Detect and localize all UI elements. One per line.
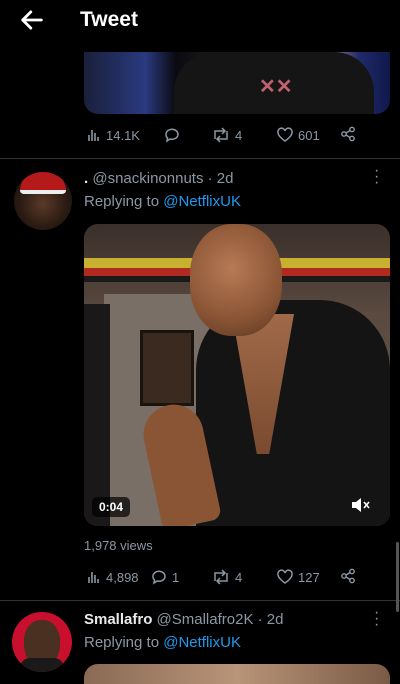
- retweet-button[interactable]: 4: [211, 127, 242, 143]
- replying-label: Replying to: [84, 193, 160, 210]
- share-icon: [341, 126, 355, 142]
- reply-count: 1: [172, 569, 180, 585]
- divider: [0, 600, 400, 601]
- retweet-count: 4: [235, 569, 243, 585]
- retweet-button[interactable]: 4: [211, 569, 242, 585]
- retweet-icon: [214, 127, 228, 143]
- views-stat[interactable]: 14.1K: [86, 127, 140, 143]
- video-player[interactable]: [84, 224, 390, 526]
- display-name[interactable]: Smallafro: [84, 611, 152, 628]
- mute-icon[interactable]: [350, 496, 370, 514]
- like-button[interactable]: 127: [276, 569, 320, 585]
- user-handle[interactable]: @snackinonnuts: [92, 170, 203, 187]
- reply-icon: [165, 128, 179, 143]
- divider: [0, 158, 400, 159]
- replying-to-link[interactable]: @NetflixUK: [163, 634, 241, 651]
- like-count: 601: [298, 127, 320, 143]
- display-name[interactable]: .: [84, 170, 88, 187]
- share-icon: [341, 568, 355, 584]
- analytics-icon: [88, 572, 99, 583]
- replying-to: Replying to @NetflixUK: [84, 634, 241, 651]
- reply-button[interactable]: [163, 127, 185, 143]
- tweet-media[interactable]: [84, 664, 390, 684]
- tweet-time: · 2d: [257, 611, 284, 628]
- avatar[interactable]: [12, 612, 72, 672]
- views-stat[interactable]: 4,898: [86, 569, 139, 585]
- share-button[interactable]: [340, 568, 356, 584]
- top-bar: Tweet: [0, 0, 400, 44]
- views-count: 14.1K: [106, 127, 140, 143]
- video-view-count: 1,978 views: [84, 538, 153, 553]
- user-handle[interactable]: @Smallafro2K: [157, 611, 254, 628]
- replying-label: Replying to: [84, 634, 160, 651]
- heart-icon: [277, 569, 293, 584]
- retweet-icon: [214, 569, 228, 585]
- more-options-icon[interactable]: · · ·: [374, 163, 379, 191]
- reply-button[interactable]: 1: [150, 569, 179, 585]
- replying-to-link[interactable]: @NetflixUK: [163, 193, 241, 210]
- like-count: 127: [298, 569, 320, 585]
- video-duration-badge: 0:04: [92, 497, 131, 517]
- previous-tweet-media[interactable]: ✕✕: [84, 52, 390, 114]
- avatar[interactable]: [14, 172, 72, 230]
- heart-icon: [277, 127, 293, 142]
- tweet-author-line: Smallafro @Smallafro2K · 2d: [84, 611, 284, 628]
- share-button[interactable]: [340, 126, 356, 142]
- retweet-count: 4: [235, 127, 243, 143]
- views-count: 4,898: [106, 569, 139, 585]
- tweet-author-line: . @snackinonnuts · 2d: [84, 170, 234, 187]
- scrollbar[interactable]: [396, 542, 399, 612]
- like-button[interactable]: 601: [276, 127, 320, 143]
- more-options-icon[interactable]: · · ·: [374, 605, 379, 633]
- analytics-icon: [88, 130, 99, 141]
- tweet-time: · 2d: [207, 170, 234, 187]
- page-title: Tweet: [80, 8, 138, 31]
- replying-to: Replying to @NetflixUK: [84, 193, 241, 210]
- reply-icon: [152, 570, 166, 585]
- back-arrow-icon[interactable]: [18, 6, 46, 34]
